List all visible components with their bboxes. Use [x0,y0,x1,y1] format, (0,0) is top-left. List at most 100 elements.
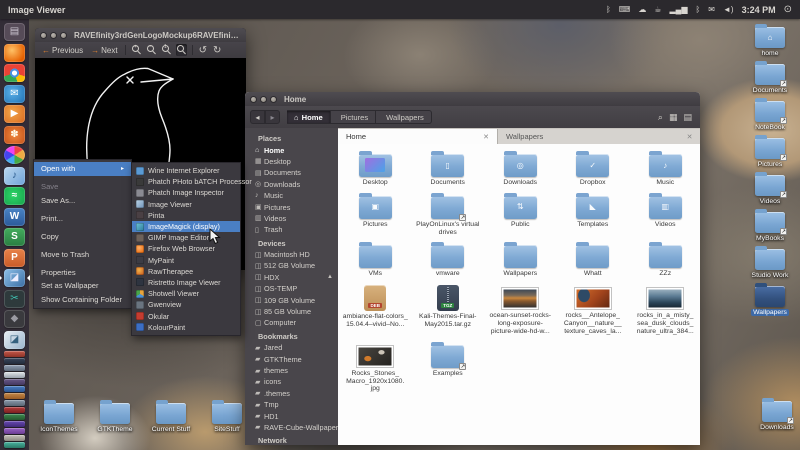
file-icon[interactable]: Wallpapers [484,241,557,278]
file-icon[interactable]: Desktop [339,150,412,187]
sidebar-item[interactable]: ▰ Tmp [245,399,338,410]
desktop-icon-downloads[interactable]: ↗ Downloads [752,401,800,431]
list-view-toggle-icon[interactable]: ▤ [683,112,692,123]
power-menu-icon[interactable]: ⊙ [784,4,800,15]
photos-launcher-icon[interactable]: ◪ [4,331,25,349]
open-with-app-item[interactable]: GIMP Image Editor [132,232,240,243]
desktop-icon[interactable]: ↗ Pictures [744,138,796,168]
file-icon[interactable]: Rocks_Stones_ Macro_1920x1080. jpg [339,341,412,393]
image-viewer-titlebar[interactable]: RAVEfinity3rdGenLogoMockup6RAVEfinityPro… [35,28,246,42]
file-icon[interactable]: ▯ Documents [412,150,485,187]
close-button[interactable] [40,32,47,39]
sidebar-item[interactable]: ▰ themes [245,365,338,376]
folded-app-icon[interactable] [4,386,25,392]
breadcrumb-button[interactable]: Pictures [331,110,376,124]
folded-app-icon[interactable] [4,365,25,371]
media-player-launcher-icon[interactable]: ▶ [4,105,25,123]
folded-app-icon[interactable] [4,428,25,434]
icon-view-toggle-icon[interactable]: ▦ [669,112,678,123]
brew-applet-icon[interactable]: ☕ [654,6,661,14]
folded-app-icon[interactable] [4,414,25,420]
file-icon[interactable]: rocks__Antelope_ Canyon__nature__ textur… [557,283,630,335]
gimp-launcher-icon[interactable]: ◆ [4,310,25,328]
sidebar-item[interactable]: ♪ Music [245,190,338,201]
sidebar-item[interactable]: ◫ OS-TEMP [245,283,338,294]
firefox-launcher-icon[interactable] [4,44,25,62]
spotify-launcher-icon[interactable]: ≈ [4,187,25,205]
context-menu-item[interactable]: Save As... [34,194,131,208]
folded-app-icon[interactable] [4,358,25,364]
folded-app-icon[interactable] [4,442,25,448]
desktop-icon[interactable]: GTKTheme [89,403,141,433]
zoom-fit-button[interactable] [176,44,187,56]
breadcrumb-button[interactable]: ⌂ Home [287,110,331,124]
open-with-app-item[interactable]: RawTherapee [132,266,240,277]
sidebar-item[interactable]: ▰ icons [245,376,338,387]
file-icon[interactable]: TGZ Kali-Themes-Final-May2015.tar.gz [412,283,485,335]
sidebar-item[interactable]: ▰ HD1 [245,410,338,421]
file-icon[interactable]: ocean-sunset-rocks-long-exposure-picture… [484,283,557,335]
open-with-app-item[interactable]: Okular [132,310,240,321]
bluetooth-tray-icon[interactable]: ᛒ [695,6,700,14]
file-icon[interactable]: ↗ PlayOnLinux's virtual drives [412,192,485,237]
files-launcher-icon[interactable]: ▤ [4,23,25,41]
sidebar-item[interactable]: ◫ 512 GB Volume [245,260,338,271]
file-icon[interactable]: ▣ Pictures [339,192,412,237]
minimize-button[interactable] [50,32,57,39]
file-icon[interactable]: ✓ Dropbox [557,150,630,187]
open-with-app-item[interactable]: Pinta [132,210,240,221]
sidebar-item[interactable]: Network [245,435,338,445]
desktop-icon[interactable]: Wallpapers [744,286,796,316]
desktop-icon[interactable]: Current Stuff [145,403,197,433]
clock[interactable]: 3:24 PM [742,5,784,15]
desktop-icon[interactable]: ⌂ home [744,27,796,57]
context-menu-item[interactable]: Properties [34,266,131,280]
file-icon[interactable]: ▥ Videos [629,192,700,237]
tab[interactable]: Wallpapers ✕ [498,129,700,144]
sidebar-item[interactable]: ◎ Downloads [245,179,338,190]
image-viewer-launcher-icon[interactable]: ◪ [4,269,25,287]
back-button[interactable]: ◂ [250,110,265,124]
sidebar-item[interactable]: ▰ GTKTheme [245,353,338,364]
minimize-button[interactable] [260,96,267,103]
sidebar-item[interactable]: ▢ Computer [245,317,338,328]
sidebar-item[interactable]: ▰ Jared [245,342,338,353]
open-with-app-item[interactable]: Ristretto Image Viewer [132,277,240,288]
previous-button[interactable]: ← Previous [39,45,86,56]
tab[interactable]: Home ✕ [338,129,498,144]
folded-app-icon[interactable] [4,379,25,385]
file-icon[interactable]: ZZz [629,241,700,278]
sheets-launcher-icon[interactable]: S [4,228,25,246]
desktop-icon[interactable]: IconThemes [33,403,85,433]
keyboard-indicator-icon[interactable]: ⌨ [619,6,631,14]
sidebar-item[interactable]: ◫ Macintosh HD [245,249,338,260]
sidebar-item[interactable]: ▣ Pictures [245,201,338,212]
desktop-icon[interactable]: ↗ Documents [744,64,796,94]
open-with-app-item[interactable]: Wine Internet Explorer [132,165,240,176]
context-menu-item[interactable]: Open with ▸ [34,162,131,176]
context-menu-item[interactable]: Move to Trash [34,248,131,262]
sidebar-item[interactable]: Devices [245,238,338,249]
screenshot-tool-launcher-icon[interactable]: ✂ [4,290,25,308]
open-with-app-item[interactable]: Firefox Web Browser [132,243,240,254]
messages-icon[interactable]: ✉ [708,6,715,14]
desktop-icon[interactable]: ↗ MyBooks [744,212,796,242]
file-icon[interactable]: DEB ambiance-flat-colors_ 15.04.4–vivid–… [339,283,412,335]
close-button[interactable] [250,96,257,103]
folded-app-icon[interactable] [4,351,25,357]
open-with-app-item[interactable]: Phatch Image Inspector [132,187,240,198]
file-icon[interactable]: ♪ Music [629,150,700,187]
file-icon[interactable]: Whatt [557,241,630,278]
tab-close-icon[interactable]: ✕ [687,133,693,141]
folded-app-icon[interactable] [4,393,25,399]
folded-app-icon[interactable] [4,435,25,441]
maximize-button[interactable] [60,32,67,39]
zoom-normal-button[interactable]: 1 [161,44,172,56]
bluetooth-icon[interactable]: ᛒ [606,6,611,14]
folded-app-icon[interactable] [4,372,25,378]
software-center-launcher-icon[interactable]: ✽ [4,126,25,144]
forward-button[interactable]: ▸ [265,110,280,124]
sidebar-item[interactable]: ▯ Trash [245,224,338,235]
file-icon[interactable]: ⇅ Public [484,192,557,237]
chrome-launcher-icon[interactable] [4,64,25,82]
